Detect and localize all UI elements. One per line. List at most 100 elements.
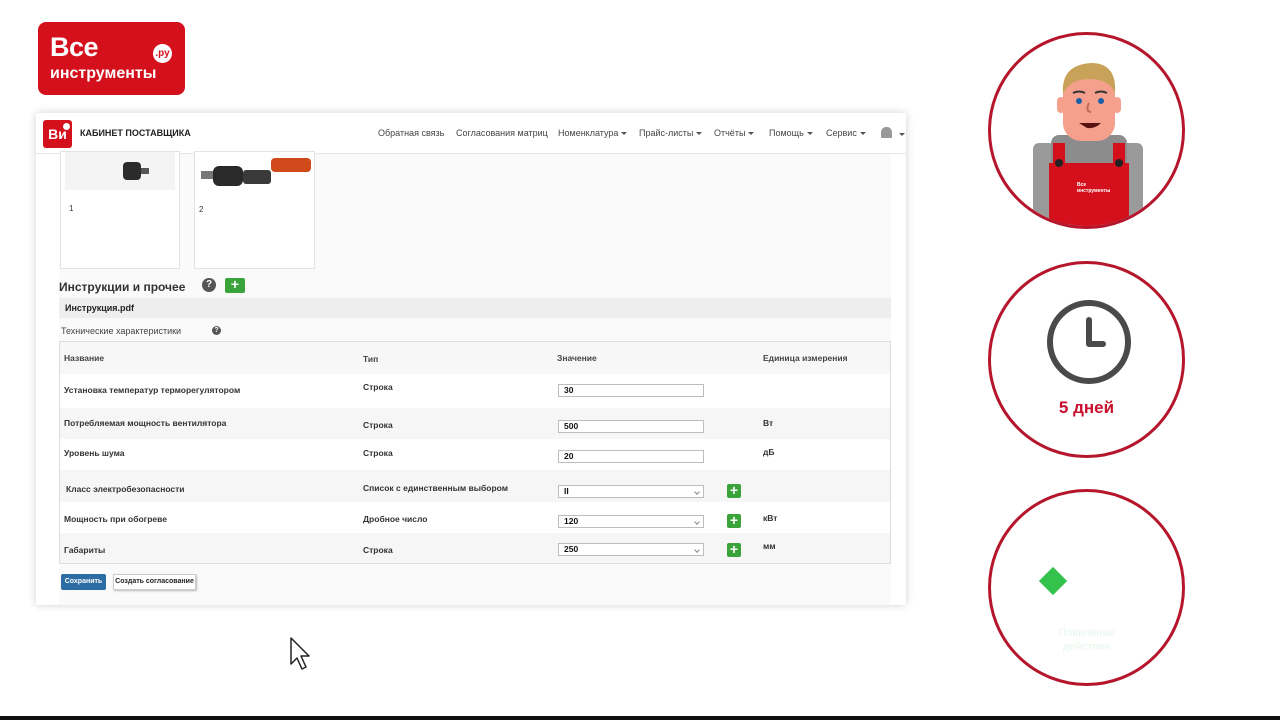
create-approval-button[interactable]: Создать согласование (113, 574, 196, 590)
mascot-illustration (1033, 63, 1143, 226)
chevron-down-icon[interactable] (899, 133, 905, 136)
table-row: Класс электробезопасности Список с единс… (60, 470, 890, 502)
drill-icon (201, 158, 311, 186)
table-row: Установка температур терморегулятором Ст… (60, 374, 890, 408)
instruction-file-link[interactable]: Инструкция.pdf (65, 303, 134, 313)
spec-type: Строка (363, 382, 393, 392)
spec-value-input[interactable]: 500 (558, 420, 704, 433)
spec-type: Строка (363, 545, 393, 555)
add-instruction-button[interactable]: + (225, 276, 245, 293)
bottom-divider (0, 716, 1280, 720)
save-button[interactable]: Сохранить (61, 574, 106, 590)
days-label: 5 дней (1058, 398, 1115, 417)
table-row: Потребляемая мощность вентилятора Строка… (60, 408, 890, 439)
nav-service-label: Сервис (826, 128, 857, 138)
top-navbar: Ви КАБИНЕТ ПОСТАВЩИКА Обратная связь Сог… (36, 113, 906, 154)
nav-nomenclature-label: Номенклатура (558, 128, 619, 138)
brand-logo: Все .ру инструменты (38, 22, 185, 95)
instructions-title: Инструкции и прочее (59, 280, 186, 294)
brand-logo-line1: Все (50, 32, 99, 62)
help-icon-glyph: ? (214, 327, 219, 334)
spec-type: Строка (363, 420, 393, 430)
nav-help-label: Помощь (769, 128, 804, 138)
column-header-name: Название (64, 353, 105, 363)
spec-unit: дБ (763, 447, 775, 457)
tech-specs-title: Технические характеристики (61, 326, 182, 336)
app-logo[interactable]: Ви (43, 120, 72, 148)
spec-value-select[interactable]: II (558, 485, 704, 498)
spec-type: Список с единственным выбором (363, 483, 508, 493)
spec-name: Уровень шума (64, 448, 125, 458)
plus-icon: + (729, 512, 739, 528)
image-number: 1 (69, 204, 74, 213)
spec-value-select[interactable]: 120 (558, 515, 704, 528)
spec-value-input[interactable]: 30 (558, 384, 704, 397)
spec-name: Габариты (64, 545, 106, 555)
spec-value-select[interactable]: 250 (558, 543, 704, 556)
mascot-circle: Все инструменты (988, 32, 1185, 229)
brand-logo-line2: инструменты (50, 65, 157, 82)
spec-name: Мощность при обогреве (64, 514, 167, 524)
clock-icon (1047, 300, 1131, 384)
spec-unit: Вт (763, 418, 774, 428)
product-image (199, 152, 311, 200)
table-row: Мощность при обогреве Дробное число 120 … (60, 502, 890, 533)
nav-matrix-approvals-label: Согласования матриц (456, 128, 548, 138)
spec-name: Установка температур терморегулятором (64, 385, 241, 395)
nav-price-lists-label: Прайс-листы (639, 128, 694, 138)
help-icon[interactable]: ? (202, 278, 216, 292)
spec-type: Дробное число (363, 514, 428, 524)
chevron-down-icon (859, 132, 866, 136)
spec-unit: кВт (763, 513, 778, 523)
column-header-type: Тип (363, 354, 379, 364)
status-circle: Появление действия (988, 489, 1185, 686)
nav-feedback[interactable]: Обратная связь (378, 128, 444, 138)
nav-reports-label: Отчёты (714, 128, 746, 138)
app-window: Ви КАБИНЕТ ПОСТАВЩИКА Обратная связь Сог… (36, 113, 906, 605)
add-value-button[interactable]: + (727, 541, 741, 557)
nav-help[interactable]: Помощь (769, 128, 813, 138)
drill-icon (123, 162, 149, 180)
image-card[interactable]: 2 (194, 151, 315, 269)
column-header-unit: Единица измерения (763, 353, 848, 363)
nav-reports[interactable]: Отчёты (714, 128, 755, 138)
column-header-value: Значение (557, 353, 597, 363)
spec-name: Потребляемая мощность вентилятора (64, 418, 227, 428)
spec-unit: мм (763, 541, 776, 551)
faint-caption-line1: Появление (1058, 627, 1115, 639)
table-header-row: Название Тип Значение Единица измерения (60, 342, 890, 374)
table-row: Габариты Строка 250 + мм (60, 533, 890, 563)
main-content: 1 2 Инструкции и прочее ? + Инструкция.p… (59, 151, 891, 605)
chevron-down-icon (806, 132, 813, 136)
spec-value-input[interactable]: 20 (558, 450, 704, 463)
bell-icon[interactable] (881, 127, 892, 138)
nav-nomenclature[interactable]: Номенклатура (558, 128, 628, 138)
mascot-shirt-logo: Все инструменты (1077, 182, 1111, 194)
spec-type: Строка (363, 448, 393, 458)
plus-icon: + (729, 482, 739, 498)
plus-icon: + (230, 276, 240, 292)
help-icon[interactable]: ? (212, 326, 221, 335)
add-value-button[interactable]: + (727, 512, 741, 528)
file-row: Инструкция.pdf (59, 298, 891, 318)
image-number: 2 (199, 205, 204, 214)
nav-matrix-approvals[interactable]: Согласования матриц (456, 128, 548, 138)
mouse-cursor-icon (290, 637, 310, 670)
nav-service[interactable]: Сервис (826, 128, 866, 138)
diamond-icon (1038, 566, 1068, 596)
tech-specs-table: Название Тип Значение Единица измерения … (59, 341, 891, 564)
add-value-button[interactable]: + (727, 482, 741, 498)
app-logo-dot (63, 123, 70, 130)
app-title: КАБИНЕТ ПОСТАВЩИКА (80, 128, 191, 138)
brand-logo-ru-badge: .ру (153, 44, 172, 63)
chevron-down-icon (748, 132, 755, 136)
plus-icon: + (729, 541, 739, 557)
faint-caption-line2: действия (1062, 641, 1111, 653)
chevron-down-icon (621, 132, 628, 136)
image-card[interactable]: 1 (60, 151, 180, 269)
spec-name: Класс электробезопасности (66, 484, 185, 494)
nav-price-lists[interactable]: Прайс-листы (639, 128, 703, 138)
product-image (65, 152, 175, 190)
help-icon-glyph: ? (205, 279, 213, 290)
chevron-down-icon (696, 132, 703, 136)
